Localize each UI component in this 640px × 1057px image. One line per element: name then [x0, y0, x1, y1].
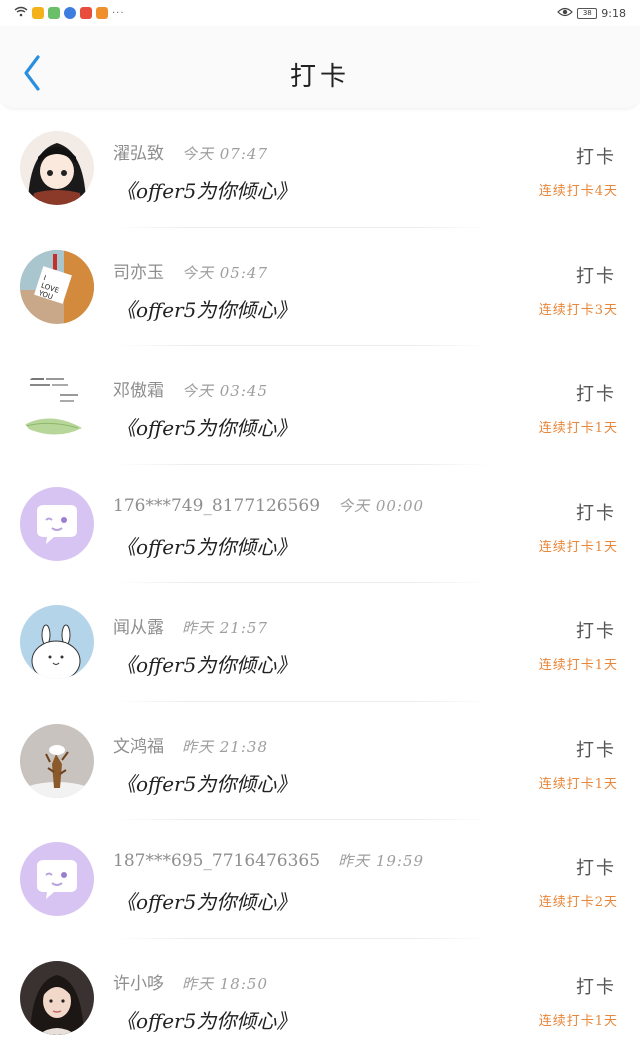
- more-notifications-icon: ···: [112, 8, 125, 19]
- browser-app-icon: [64, 7, 76, 19]
- user-name: 司亦玉今天 05:47: [113, 258, 268, 283]
- anime-girl-avatar-icon: [20, 131, 94, 205]
- checkin-label: 打卡: [576, 262, 616, 288]
- user-name-text: 司亦玉: [113, 263, 164, 283]
- streak-badge: 连续打卡2天: [539, 891, 618, 910]
- battery-level: 38: [583, 9, 592, 17]
- checkin-time: 今天 07:47: [182, 145, 268, 163]
- checkin-time: 昨天 18:50: [182, 975, 268, 993]
- checkin-time: 今天 05:47: [182, 264, 268, 282]
- streak-badge: 连续打卡1天: [539, 773, 618, 792]
- book-title: 《offer5为你倾心》: [116, 649, 296, 678]
- checkin-label: 打卡: [576, 143, 616, 169]
- user-name-text: 邓傲霜: [113, 381, 164, 401]
- avatar[interactable]: I LOVE YOU: [20, 250, 94, 324]
- status-bar-left: ···: [14, 6, 125, 20]
- checkin-label: 打卡: [576, 736, 616, 762]
- notes-app-icon: [96, 7, 108, 19]
- list-item[interactable]: 许小哆昨天 18:50 《offer5为你倾心》 打卡 连续打卡1天: [0, 939, 640, 1057]
- user-name: 文鸿福昨天 21:38: [113, 732, 268, 757]
- book-title: 《offer5为你倾心》: [116, 768, 296, 797]
- list-item[interactable]: 文鸿福昨天 21:38 《offer5为你倾心》 打卡 连续打卡1天: [0, 702, 640, 821]
- checkin-label: 打卡: [576, 380, 616, 406]
- status-bar: ··· 38 9:18: [0, 0, 640, 26]
- checkin-label: 打卡: [576, 973, 616, 999]
- status-bar-right: 38 9:18: [557, 6, 626, 20]
- checkin-time: 今天 03:45: [182, 382, 268, 400]
- user-name-text: 176***749_8177126569: [113, 496, 320, 516]
- user-name: 濯弘致今天 07:47: [113, 139, 268, 164]
- streak-badge: 连续打卡1天: [539, 536, 618, 555]
- avatar[interactable]: [20, 487, 94, 561]
- user-name: 邓傲霜今天 03:45: [113, 376, 268, 401]
- streak-badge: 连续打卡1天: [539, 417, 618, 436]
- list-item[interactable]: 邓傲霜今天 03:45 《offer5为你倾心》 打卡 连续打卡1天: [0, 346, 640, 465]
- book-title: 《offer5为你倾心》: [116, 886, 296, 915]
- chat-app-icon: [48, 7, 60, 19]
- book-title: 《offer5为你倾心》: [116, 1005, 296, 1034]
- checkin-time: 昨天 21:38: [182, 738, 268, 756]
- battery-icon: 38: [577, 8, 597, 19]
- list-item[interactable]: 濯弘致今天 07:47 《offer5为你倾心》 打卡 连续打卡4天: [0, 109, 640, 228]
- book-title: 《offer5为你倾心》: [116, 294, 296, 323]
- user-name: 许小哆昨天 18:50: [113, 969, 268, 994]
- header-bar: 打卡: [0, 26, 640, 108]
- streak-badge: 连续打卡4天: [539, 180, 618, 199]
- eye-icon: [557, 6, 573, 20]
- user-name-text: 濯弘致: [113, 144, 164, 164]
- avatar[interactable]: [20, 131, 94, 205]
- list-item[interactable]: 闻从露昨天 21:57 《offer5为你倾心》 打卡 连续打卡1天: [0, 583, 640, 702]
- streak-badge: 连续打卡1天: [539, 654, 618, 673]
- snow-plant-avatar-icon: [20, 724, 94, 798]
- streak-badge: 连续打卡1天: [539, 1010, 618, 1029]
- user-name-text: 闻从露: [113, 618, 164, 638]
- user-name-text: 文鸿福: [113, 737, 164, 757]
- avatar[interactable]: [20, 368, 94, 442]
- checkin-list: 濯弘致今天 07:47 《offer5为你倾心》 打卡 连续打卡4天 I LOV…: [0, 109, 640, 1057]
- user-name: 闻从露昨天 21:57: [113, 613, 268, 638]
- checkin-label: 打卡: [576, 854, 616, 880]
- list-item[interactable]: I LOVE YOU 司亦玉今天 05:47 《offer5为你倾心》 打卡 连…: [0, 228, 640, 347]
- user-name-text: 187***695_7716476365: [113, 851, 320, 871]
- default-chat-avatar-icon: [20, 487, 94, 561]
- avatar[interactable]: [20, 961, 94, 1035]
- text-leaf-avatar-icon: [20, 368, 94, 442]
- checkin-label: 打卡: [576, 499, 616, 525]
- streak-badge: 连续打卡3天: [539, 299, 618, 318]
- book-title: 《offer5为你倾心》: [116, 531, 296, 560]
- status-time: 9:18: [601, 7, 626, 20]
- weibo-app-icon: [32, 7, 44, 19]
- wifi-icon: [14, 6, 28, 20]
- portrait-avatar-icon: [20, 961, 94, 1035]
- bunny-avatar-icon: [20, 605, 94, 679]
- checkin-label: 打卡: [576, 617, 616, 643]
- user-name: 176***749_8177126569 今天 00:00: [113, 495, 424, 516]
- checkin-time: 昨天 21:57: [182, 619, 268, 637]
- checkin-time: 昨天 19:59: [338, 852, 424, 870]
- book-title: 《offer5为你倾心》: [116, 412, 296, 441]
- list-item[interactable]: 176***749_8177126569 今天 00:00 《offer5为你倾心…: [0, 465, 640, 584]
- page-title: 打卡: [0, 56, 640, 93]
- user-name: 187***695_7716476365 昨天 19:59: [113, 850, 424, 871]
- book-title: 《offer5为你倾心》: [116, 175, 296, 204]
- checkin-time: 今天 00:00: [338, 497, 424, 515]
- love-you-note-avatar-icon: I LOVE YOU: [20, 250, 94, 324]
- default-chat-avatar-icon: [20, 842, 94, 916]
- user-name-text: 许小哆: [113, 974, 164, 994]
- avatar[interactable]: [20, 724, 94, 798]
- list-item[interactable]: 187***695_7716476365 昨天 19:59 《offer5为你倾心…: [0, 820, 640, 939]
- avatar[interactable]: [20, 605, 94, 679]
- avatar[interactable]: [20, 842, 94, 916]
- video-app-icon: [80, 7, 92, 19]
